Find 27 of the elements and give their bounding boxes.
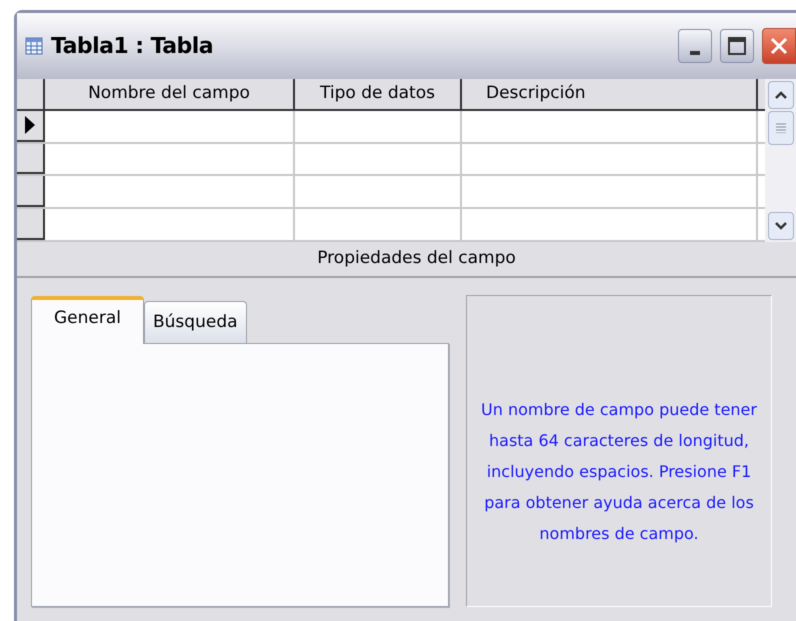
scroll-up-button[interactable] <box>768 81 794 109</box>
scrollbar[interactable] <box>765 79 796 242</box>
tab[interactable]: General <box>31 296 144 344</box>
column-header[interactable]: Descripción <box>462 79 758 109</box>
caret-up-icon <box>774 91 786 99</box>
tab[interactable]: Búsqueda <box>144 301 247 343</box>
window-title: Tabla1 : Tabla <box>51 32 214 60</box>
column-header[interactable]: Tipo de datos <box>295 79 462 109</box>
scroll-thumb[interactable] <box>768 111 794 145</box>
maximize-icon <box>728 37 746 55</box>
caret-down-icon <box>774 222 786 230</box>
minimize-button[interactable] <box>678 29 712 63</box>
maximize-button[interactable] <box>720 29 754 63</box>
minimize-icon <box>690 51 700 55</box>
row-selector[interactable] <box>17 176 45 208</box>
help-text: Un nombre de campo puede tener hasta 64 caracteres de longitud, incluyendo espacios. Presione F1 para obtener ayuda acerca de los nombres de campo. <box>480 398 758 544</box>
current-row-icon <box>25 116 35 134</box>
column-header[interactable]: Nombre del campo <box>45 79 295 109</box>
row-selector[interactable] <box>17 110 45 142</box>
row-selector[interactable] <box>17 144 45 174</box>
row-selector[interactable] <box>17 209 45 240</box>
close-icon <box>769 36 789 56</box>
table-icon <box>25 37 43 55</box>
scroll-down-button[interactable] <box>768 212 794 240</box>
section-label: Propiedades del campo <box>317 247 516 270</box>
close-button[interactable] <box>762 28 796 64</box>
grip-icon <box>776 123 786 133</box>
